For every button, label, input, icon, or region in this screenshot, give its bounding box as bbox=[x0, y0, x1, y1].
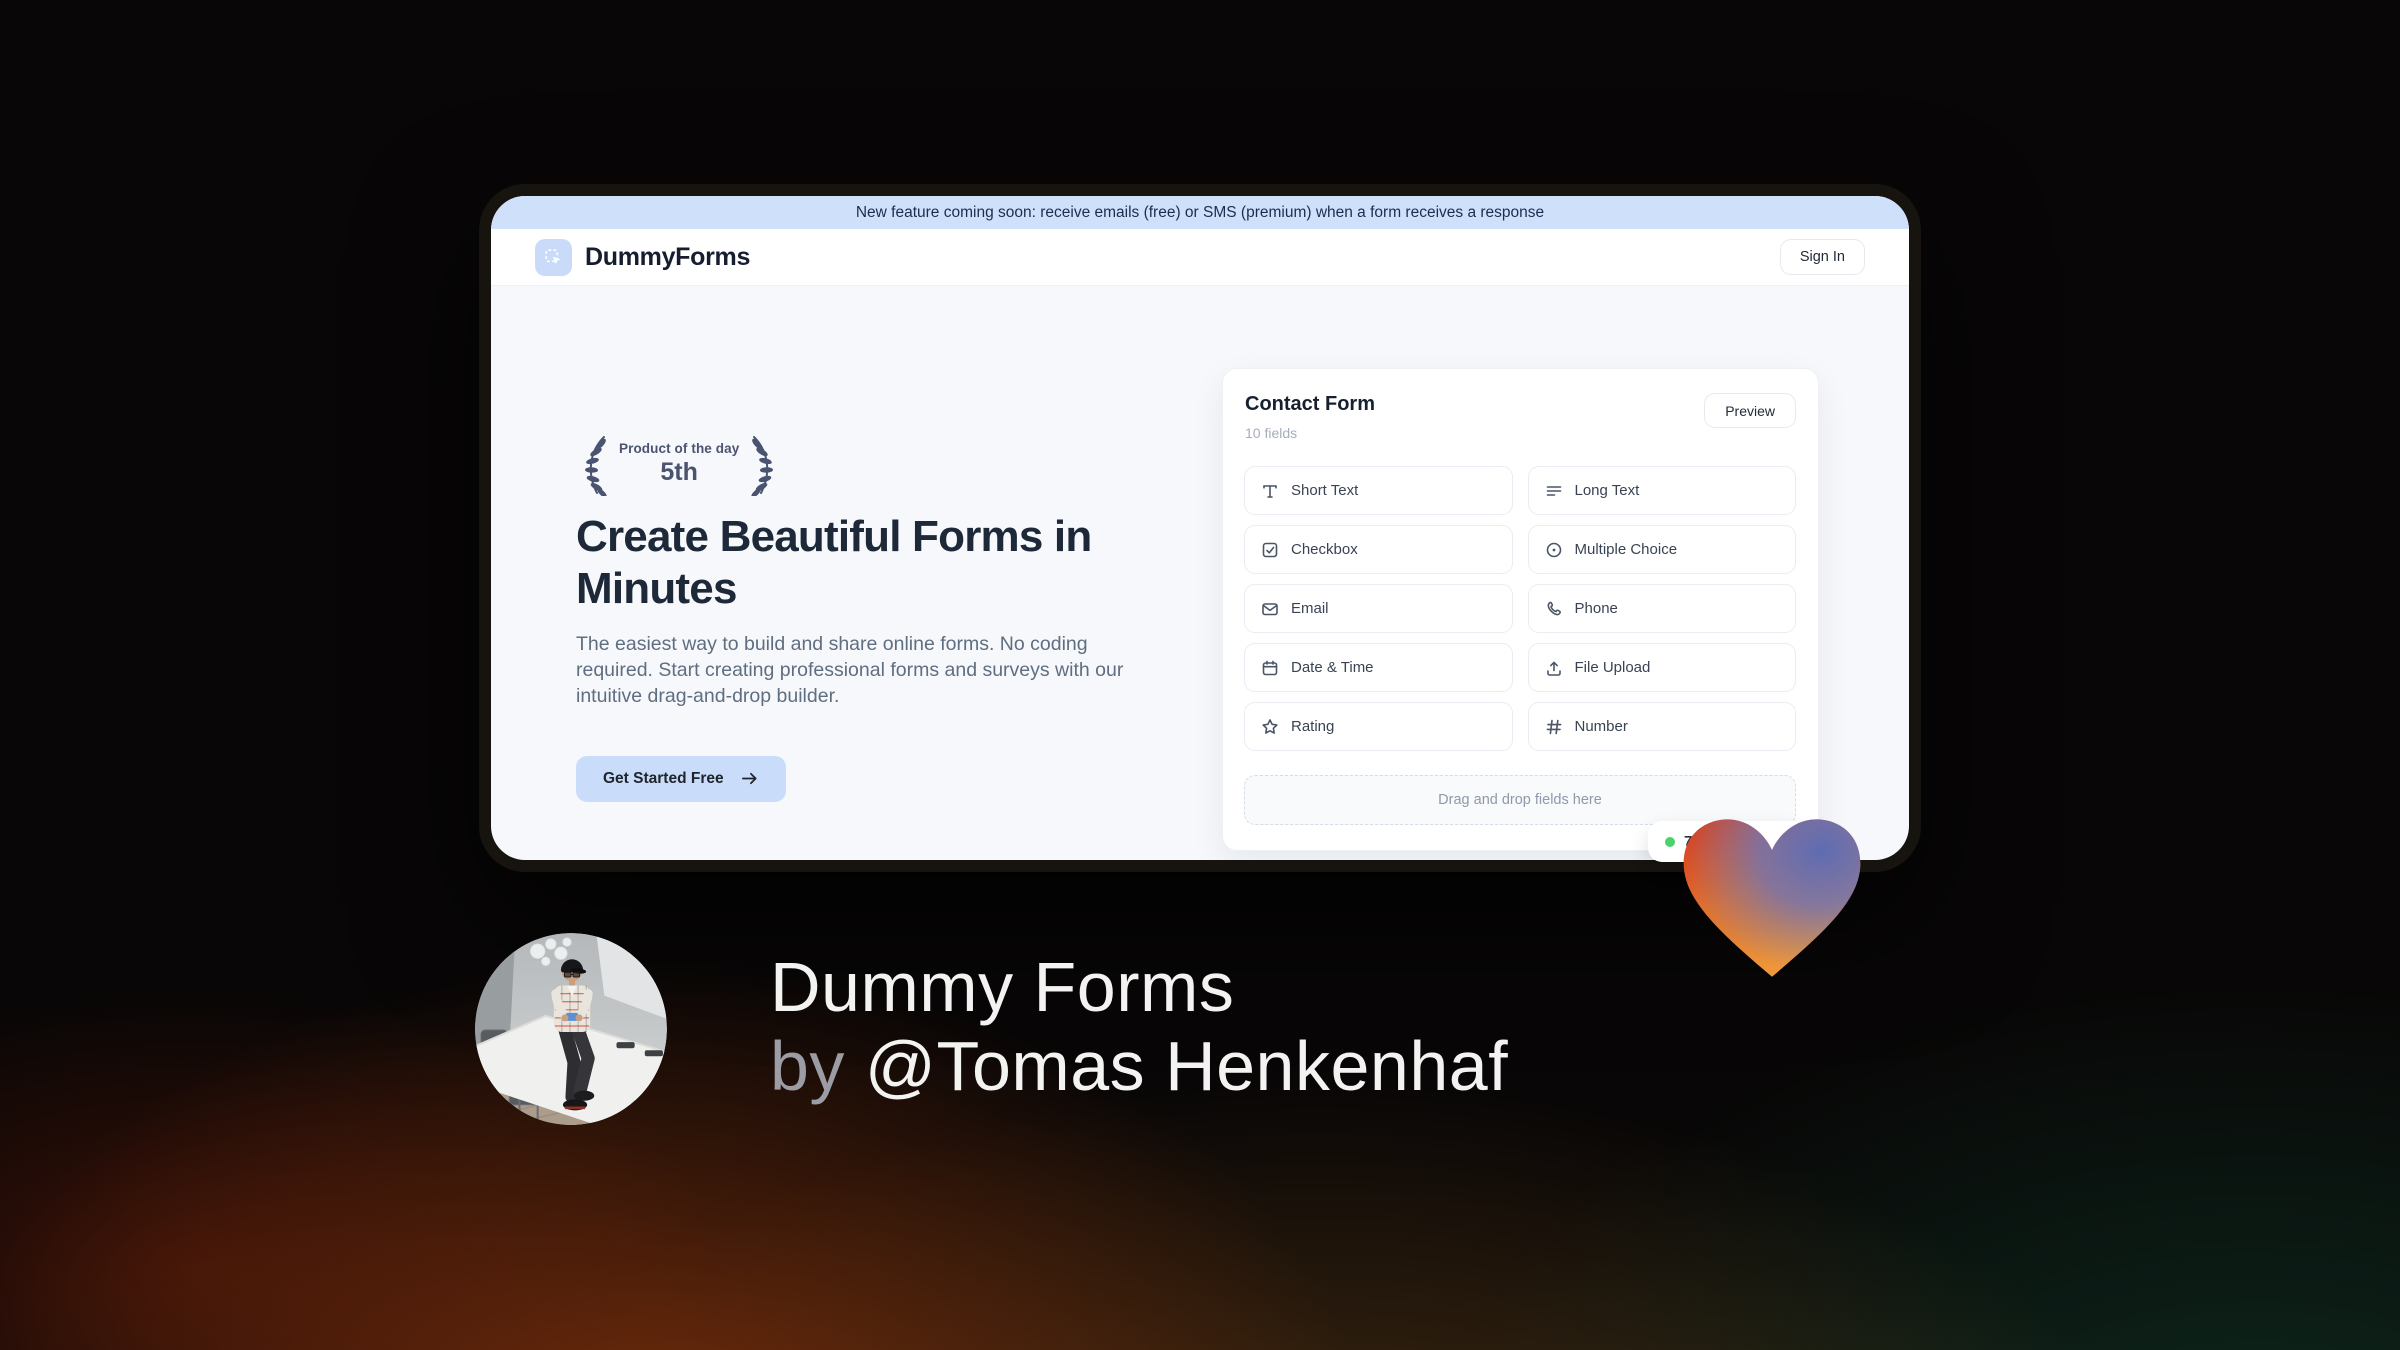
upload-icon bbox=[1544, 658, 1564, 678]
award-text: Product of the day 5th bbox=[617, 441, 741, 487]
byline-prefix: by bbox=[770, 1027, 845, 1105]
field-type-number[interactable]: Number bbox=[1527, 702, 1796, 751]
hash-icon bbox=[1544, 717, 1564, 737]
award-rank: 5th bbox=[660, 458, 698, 486]
announcement-banner: New feature coming soon: receive emails … bbox=[491, 196, 1909, 229]
long-text-icon bbox=[1544, 481, 1564, 501]
phone-icon bbox=[1544, 599, 1564, 619]
field-type-rating[interactable]: Rating bbox=[1244, 702, 1513, 751]
author-byline: by @Tomas Henkenhaf bbox=[770, 1027, 1508, 1106]
field-type-email[interactable]: Email bbox=[1244, 584, 1513, 633]
author-title: Dummy Forms bbox=[770, 948, 1235, 1026]
checkbox-icon bbox=[1260, 540, 1280, 560]
laurel-right-icon bbox=[751, 436, 774, 496]
field-type-grid: Short Text Long Text Checkbox Multiple C… bbox=[1244, 466, 1796, 751]
hero-copy: Product of the day 5th Create Beautiful … bbox=[576, 432, 1176, 802]
field-type-phone[interactable]: Phone bbox=[1527, 584, 1796, 633]
promo-canvas: New feature coming soon: receive emails … bbox=[0, 0, 2400, 1350]
page-title: Create Beautiful Forms in Minutes bbox=[576, 512, 1092, 613]
form-title: Contact Form bbox=[1245, 393, 1375, 415]
byline-handle: @Tomas Henkenhaf bbox=[864, 1027, 1509, 1105]
field-type-date-time[interactable]: Date & Time bbox=[1244, 643, 1513, 692]
arrow-right-icon bbox=[741, 772, 757, 785]
radio-icon bbox=[1544, 540, 1564, 560]
dummyforms-logo-icon bbox=[535, 238, 572, 276]
get-started-button[interactable]: Get Started Free bbox=[576, 755, 786, 802]
avatar bbox=[475, 933, 667, 1125]
calendar-icon bbox=[1260, 658, 1280, 678]
laurel-left-icon bbox=[585, 436, 607, 496]
field-type-file-upload[interactable]: File Upload bbox=[1527, 643, 1796, 692]
website-page: New feature coming soon: receive emails … bbox=[491, 196, 1909, 860]
star-icon bbox=[1260, 717, 1280, 737]
award-label: Product of the day bbox=[619, 441, 740, 456]
hero-section: Product of the day 5th Create Beautiful … bbox=[491, 286, 1909, 860]
site-header: DummyForms Sign In bbox=[491, 229, 1909, 286]
field-type-short-text[interactable]: Short Text bbox=[1244, 466, 1513, 515]
envelope-icon bbox=[1260, 599, 1280, 619]
hero-description: The easiest way to build and share onlin… bbox=[576, 633, 1124, 707]
form-field-count: 10 fields bbox=[1245, 425, 1298, 441]
field-type-checkbox[interactable]: Checkbox bbox=[1244, 525, 1513, 574]
preview-button[interactable]: Preview bbox=[1704, 393, 1796, 428]
form-builder-card: Contact Form 10 fields Preview Short Tex… bbox=[1222, 368, 1819, 851]
sign-in-button[interactable]: Sign In bbox=[1779, 239, 1865, 275]
get-started-label: Get Started Free bbox=[603, 769, 724, 787]
announcement-text: New feature coming soon: receive emails … bbox=[855, 203, 1545, 221]
brand[interactable]: DummyForms bbox=[535, 238, 751, 276]
form-builder-header: Contact Form 10 fields Preview bbox=[1223, 369, 1818, 441]
brand-name: DummyForms bbox=[585, 242, 751, 271]
field-type-multiple-choice[interactable]: Multiple Choice bbox=[1527, 525, 1796, 574]
author-caption: Dummy Forms by @Tomas Henkenhaf bbox=[770, 948, 1508, 1106]
short-text-icon bbox=[1260, 481, 1280, 501]
browser-window: New feature coming soon: receive emails … bbox=[479, 184, 1921, 872]
online-dot-icon bbox=[1665, 836, 1675, 847]
drag-drop-text: Drag and drop fields here bbox=[1438, 792, 1602, 808]
product-of-the-day-badge: Product of the day 5th bbox=[576, 432, 782, 496]
field-type-long-text[interactable]: Long Text bbox=[1527, 466, 1796, 515]
gradient-heart-icon bbox=[1676, 812, 1868, 988]
